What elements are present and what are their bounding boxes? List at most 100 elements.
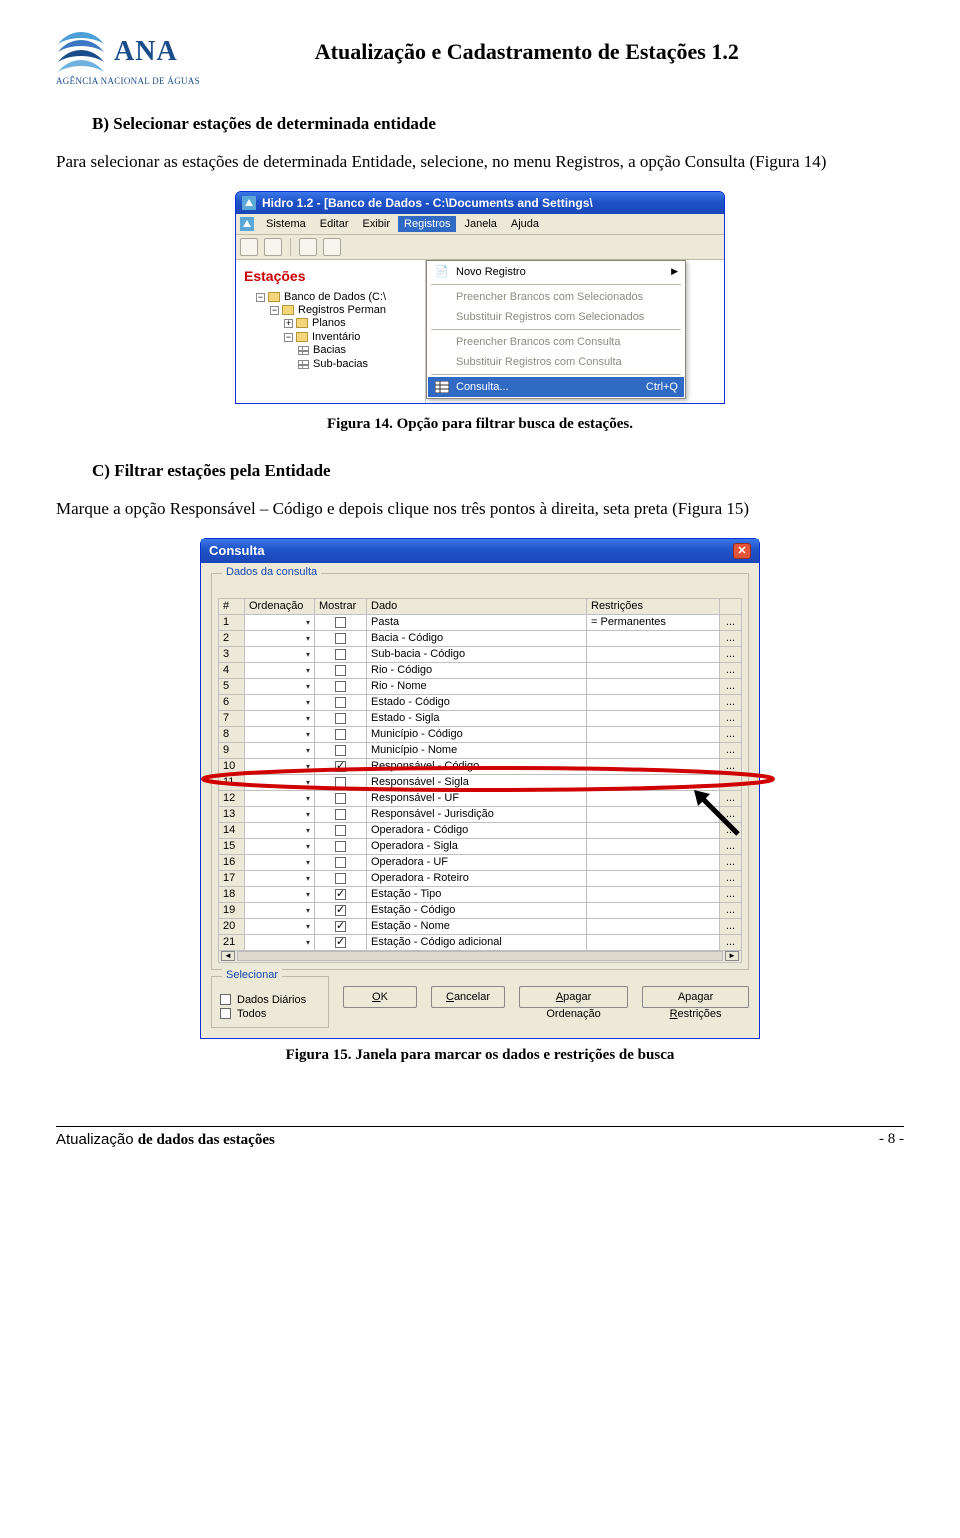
show-checkbox[interactable] bbox=[335, 633, 346, 644]
ellipsis-button[interactable]: ... bbox=[720, 854, 742, 870]
menubar[interactable]: Sistema Editar Exibir Registros Janela A… bbox=[236, 214, 724, 235]
fig15-caption: Figura 15. Janela para marcar os dados e… bbox=[56, 1047, 904, 1064]
show-checkbox[interactable] bbox=[335, 777, 346, 788]
table-row[interactable]: 16▾Operadora - UF... bbox=[219, 854, 742, 870]
show-checkbox[interactable] bbox=[335, 745, 346, 756]
show-checkbox[interactable] bbox=[335, 873, 346, 884]
ellipsis-button[interactable]: ... bbox=[720, 742, 742, 758]
show-checkbox[interactable] bbox=[335, 825, 346, 836]
show-checkbox[interactable] bbox=[335, 665, 346, 676]
chk-todos[interactable]: Todos bbox=[220, 1007, 320, 1021]
tool-btn-4[interactable] bbox=[323, 238, 341, 256]
ellipsis-button[interactable]: ... bbox=[720, 630, 742, 646]
ellipsis-button[interactable]: ... bbox=[720, 726, 742, 742]
table-row[interactable]: 2▾Bacia - Código... bbox=[219, 630, 742, 646]
show-checkbox[interactable] bbox=[335, 793, 346, 804]
show-checkbox[interactable] bbox=[335, 649, 346, 660]
water-swoosh-icon bbox=[56, 30, 106, 74]
menu-sistema[interactable]: Sistema bbox=[260, 216, 312, 232]
table-row[interactable]: 6▾Estado - Código... bbox=[219, 694, 742, 710]
dd-consulta[interactable]: Consulta... Ctrl+Q bbox=[428, 377, 684, 397]
show-checkbox[interactable] bbox=[335, 697, 346, 708]
ellipsis-button[interactable]: ... bbox=[720, 870, 742, 886]
tree-inventario[interactable]: −Inventário Bacias Sub-bacias bbox=[284, 330, 423, 372]
tool-btn-1[interactable] bbox=[240, 238, 258, 256]
tree-root[interactable]: −Banco de Dados (C:\ −Registros Perman +… bbox=[256, 290, 423, 374]
ellipsis-button[interactable]: ... bbox=[720, 822, 742, 838]
ellipsis-button[interactable]: ... bbox=[720, 678, 742, 694]
ok-button[interactable]: OK bbox=[343, 986, 417, 1008]
tool-btn-2[interactable] bbox=[264, 238, 282, 256]
table-row[interactable]: 1▾Pasta= Permanentes... bbox=[219, 614, 742, 630]
table-row[interactable]: 11▾Responsável - Sigla... bbox=[219, 774, 742, 790]
table-row[interactable]: 5▾Rio - Nome... bbox=[219, 678, 742, 694]
show-checkbox[interactable] bbox=[335, 889, 346, 900]
dd-subs-con: Substituir Registros com Consulta bbox=[428, 352, 684, 372]
dd-subs-sel: Substituir Registros com Selecionados bbox=[428, 307, 684, 327]
table-row[interactable]: 12▾Responsável - UF... bbox=[219, 790, 742, 806]
table-row[interactable]: 9▾Município - Nome... bbox=[219, 742, 742, 758]
table-row[interactable]: 13▾Responsável - Jurisdição... bbox=[219, 806, 742, 822]
cancel-button[interactable]: Cancelar bbox=[431, 986, 505, 1008]
ellipsis-button[interactable]: ... bbox=[720, 902, 742, 918]
table-row[interactable]: 17▾Operadora - Roteiro... bbox=[219, 870, 742, 886]
ellipsis-button[interactable]: ... bbox=[720, 614, 742, 630]
ellipsis-button[interactable]: ... bbox=[720, 918, 742, 934]
table-row[interactable]: 4▾Rio - Código... bbox=[219, 662, 742, 678]
table-row[interactable]: 19▾Estação - Código... bbox=[219, 902, 742, 918]
table-row[interactable]: 14▾Operadora - Código... bbox=[219, 822, 742, 838]
show-checkbox[interactable] bbox=[335, 729, 346, 740]
consulta-grid[interactable]: # Ordenação Mostrar Dado Restrições 1▾Pa… bbox=[218, 598, 742, 951]
table-row[interactable]: 21▾Estação - Código adicional... bbox=[219, 934, 742, 950]
app-small-icon bbox=[240, 217, 254, 231]
table-row[interactable]: 15▾Operadora - Sigla... bbox=[219, 838, 742, 854]
scroll-right-icon[interactable]: ► bbox=[725, 951, 739, 961]
table-row[interactable]: 20▾Estação - Nome... bbox=[219, 918, 742, 934]
clear-rest-button[interactable]: Apagar Restrições bbox=[642, 986, 749, 1008]
ellipsis-button[interactable]: ... bbox=[720, 790, 742, 806]
show-checkbox[interactable] bbox=[335, 713, 346, 724]
scroll-left-icon[interactable]: ◄ bbox=[221, 951, 235, 961]
menu-ajuda[interactable]: Ajuda bbox=[505, 216, 545, 232]
tree-planos[interactable]: +Planos bbox=[284, 316, 423, 330]
table-row[interactable]: 8▾Município - Código... bbox=[219, 726, 742, 742]
show-checkbox[interactable] bbox=[335, 857, 346, 868]
table-row[interactable]: 7▾Estado - Sigla... bbox=[219, 710, 742, 726]
menu-registros[interactable]: Registros bbox=[398, 216, 456, 232]
show-checkbox[interactable] bbox=[335, 937, 346, 948]
tree-bacias[interactable]: Bacias bbox=[298, 343, 423, 357]
menu-janela[interactable]: Janela bbox=[458, 216, 502, 232]
show-checkbox[interactable] bbox=[335, 921, 346, 932]
dd-novo-registro[interactable]: 📄 Novo Registro ▶ bbox=[428, 262, 684, 282]
ellipsis-button[interactable]: ... bbox=[720, 710, 742, 726]
show-checkbox[interactable] bbox=[335, 617, 346, 628]
table-row[interactable]: 10▾Responsável - Código... bbox=[219, 758, 742, 774]
clear-ord-button[interactable]: Apagar Ordenação bbox=[519, 986, 628, 1008]
show-checkbox[interactable] bbox=[335, 681, 346, 692]
chk-dados-diarios[interactable]: Dados Diários bbox=[220, 993, 320, 1007]
show-checkbox[interactable] bbox=[335, 761, 346, 772]
ellipsis-button[interactable]: ... bbox=[720, 662, 742, 678]
ellipsis-button[interactable]: ... bbox=[720, 806, 742, 822]
tree-registros[interactable]: −Registros Perman +Planos −Inventário Ba… bbox=[270, 303, 423, 373]
ellipsis-button[interactable]: ... bbox=[720, 758, 742, 774]
ellipsis-button[interactable]: ... bbox=[720, 774, 742, 790]
ellipsis-button[interactable]: ... bbox=[720, 934, 742, 950]
scroll-thumb[interactable] bbox=[237, 951, 723, 961]
menu-exibir[interactable]: Exibir bbox=[357, 216, 397, 232]
ellipsis-button[interactable]: ... bbox=[720, 838, 742, 854]
tree-subbacias[interactable]: Sub-bacias bbox=[298, 357, 423, 371]
ellipsis-button[interactable]: ... bbox=[720, 646, 742, 662]
ellipsis-button[interactable]: ... bbox=[720, 694, 742, 710]
show-checkbox[interactable] bbox=[335, 809, 346, 820]
show-checkbox[interactable] bbox=[335, 905, 346, 916]
horizontal-scrollbar[interactable]: ◄ ► bbox=[218, 951, 742, 963]
ellipsis-button[interactable]: ... bbox=[720, 886, 742, 902]
menu-editar[interactable]: Editar bbox=[314, 216, 355, 232]
tool-btn-3[interactable] bbox=[299, 238, 317, 256]
table-row[interactable]: 3▾Sub-bacia - Código... bbox=[219, 646, 742, 662]
selecionar-label: Selecionar bbox=[222, 969, 282, 981]
table-row[interactable]: 18▾Estação - Tipo... bbox=[219, 886, 742, 902]
show-checkbox[interactable] bbox=[335, 841, 346, 852]
close-button[interactable]: ✕ bbox=[733, 543, 751, 559]
